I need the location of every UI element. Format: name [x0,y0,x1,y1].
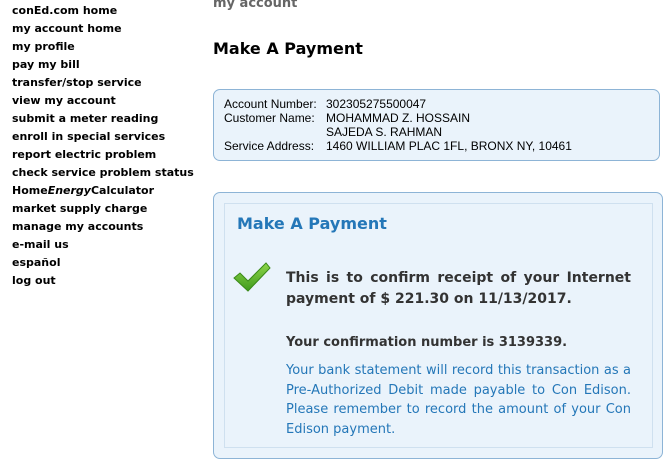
home-energy-suffix: Calculator [90,184,155,197]
sidebar-nav: conEd.com home my account home my profil… [12,4,207,292]
sidebar-item-pay-my-bill[interactable]: pay my bill [12,58,207,76]
customer-name-row-2: SAJEDA S. RAHMAN [224,125,659,139]
account-summary-box: Account Number: 302305275500047 Customer… [213,89,660,161]
sidebar-item-my-profile[interactable]: my profile [12,40,207,58]
bank-statement-message: Your bank statement will record this tra… [286,363,631,437]
customer-name-row: Customer Name: MOHAMMAD Z. HOSSAIN [224,111,659,125]
service-address-row: Service Address: 1460 WILLIAM PLAC 1FL, … [224,139,659,153]
account-number-label: Account Number: [224,97,317,111]
service-address-value: 1460 WILLIAM PLAC 1FL, BRONX NY, 10461 [326,139,572,153]
home-energy-em: Energy [47,184,91,197]
sidebar-item-transfer-stop-service[interactable]: transfer/stop service [12,76,207,94]
sidebar-item-view-my-account[interactable]: view my account [12,94,207,112]
panel-title: Make A Payment [237,214,387,233]
payment-confirmation-panel: Make A Payment This is to confirm receip… [213,192,663,459]
sidebar-item-log-out[interactable]: log out [12,274,207,292]
sidebar-item-manage-my-accounts[interactable]: manage my accounts [12,220,207,238]
sidebar-item-espanol[interactable]: español [12,256,207,274]
payment-confirmation-inner: Make A Payment This is to confirm receip… [224,203,653,448]
breadcrumb: my account [213,0,298,11]
sidebar-item-my-account-home[interactable]: my account home [12,22,207,40]
customer-name-value-2: SAJEDA S. RAHMAN [326,125,443,139]
home-energy-prefix: Home [12,184,48,197]
sidebar-item-submit-meter-reading[interactable]: submit a meter reading [12,112,207,130]
service-address-label: Service Address: [224,139,315,153]
account-number-value: 302305275500047 [326,97,427,111]
check-icon [233,262,271,292]
confirmation-number-message: Your confirmation number is 3139339. [286,335,568,350]
sidebar-item-report-electric-problem[interactable]: report electric problem [12,148,207,166]
sidebar-item-enroll-special-services[interactable]: enroll in special services [12,130,207,148]
customer-name-spacer [224,125,326,139]
sidebar-item-email-us[interactable]: e-mail us [12,238,207,256]
account-number-row: Account Number: 302305275500047 [224,97,659,111]
sidebar-item-home-energy-calculator[interactable]: HomeEnergyCalculator [12,184,207,202]
payment-confirm-message: This is to confirm receipt of your Inter… [286,270,631,307]
sidebar-item-market-supply-charge[interactable]: market supply charge [12,202,207,220]
sidebar-item-coned-home[interactable]: conEd.com home [12,4,207,22]
customer-name-value-1: MOHAMMAD Z. HOSSAIN [326,111,471,125]
page-title: Make A Payment [213,39,363,58]
sidebar-item-check-service-problem-status[interactable]: check service problem status [12,166,207,184]
customer-name-label: Customer Name: [224,111,315,125]
